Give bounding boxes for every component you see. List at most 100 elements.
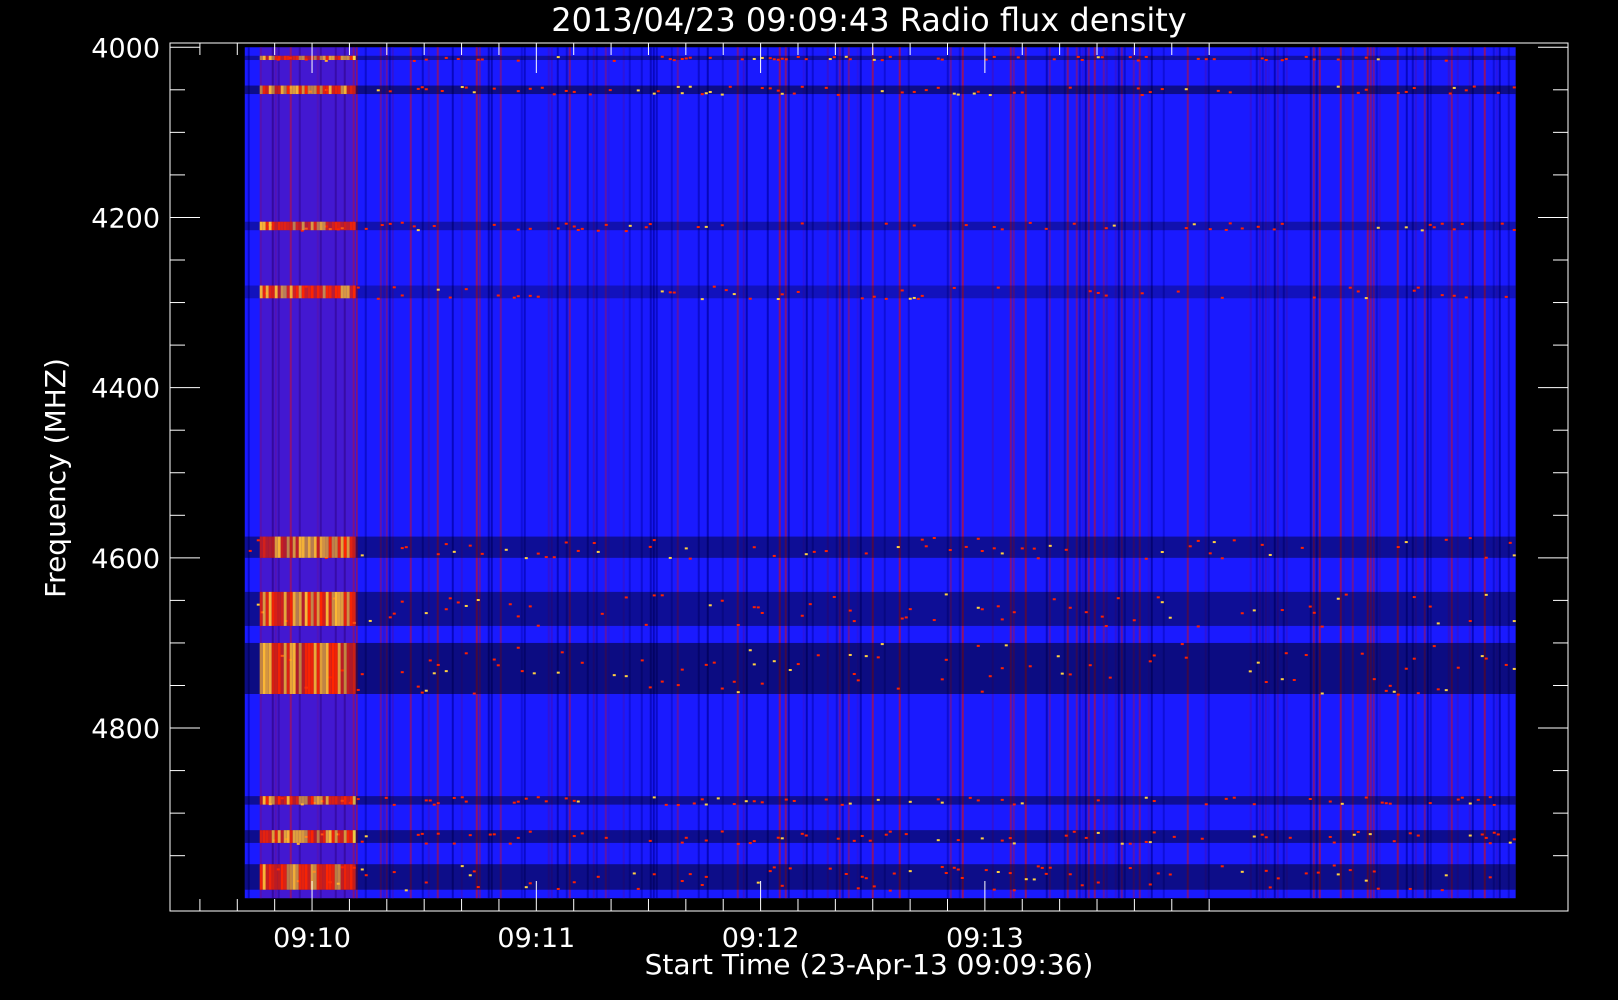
heatmap-speckle: [424, 689, 428, 692]
heatmap-speckle: [776, 298, 780, 301]
heatmap-speckle: [1288, 836, 1292, 839]
heatmap-band: [244, 830, 1516, 843]
heatmap-speckle: [1144, 55, 1148, 58]
heatmap-speckle: [596, 229, 600, 232]
heatmap-speckle: [1512, 228, 1516, 231]
heatmap-speckle: [752, 663, 756, 666]
heatmap-speckle: [996, 286, 1000, 289]
heatmap-speckle: [676, 804, 680, 807]
heatmap-speckle: [360, 868, 364, 871]
heatmap-speckle: [1388, 802, 1392, 805]
heatmap-speckle: [516, 800, 520, 803]
heatmap-speckle: [1436, 622, 1440, 625]
heatmap-speckle: [1328, 800, 1332, 803]
heatmap-speckle: [1364, 879, 1368, 882]
heatmap-stripe: [388, 47, 391, 899]
heatmap-speckle: [904, 616, 908, 619]
heatmap-stripe: [1468, 47, 1471, 899]
heatmap-stripe: [841, 47, 844, 899]
heatmap-stripe: [949, 47, 952, 899]
heatmap-speckle: [604, 836, 608, 839]
heatmap-speckle: [472, 692, 476, 695]
heatmap-speckle: [740, 58, 744, 61]
heatmap-speckle: [1492, 831, 1496, 834]
heatmap-speckle: [696, 226, 700, 229]
heatmap-stripe: [787, 47, 790, 899]
heatmap-speckle: [804, 553, 808, 556]
heatmap-stripe: [1012, 47, 1015, 899]
heatmap-speckle: [388, 90, 392, 93]
heatmap-speckle: [1216, 89, 1220, 92]
heatmap-speckle: [992, 225, 996, 228]
heatmap-speckle: [756, 881, 760, 884]
heatmap-speckle: [752, 840, 756, 843]
heatmap-speckle: [1468, 537, 1472, 540]
heatmap-speckle: [1452, 294, 1456, 297]
heatmap-speckle: [1364, 88, 1368, 91]
heatmap-speckle: [700, 798, 704, 801]
heatmap-speckle: [908, 800, 912, 803]
heatmap-speckle: [856, 679, 860, 682]
heatmap-speckle: [1428, 605, 1432, 608]
y-tick-label: 4800: [91, 714, 160, 745]
heatmap-speckle: [464, 604, 468, 607]
heatmap-speckle: [1300, 546, 1304, 549]
heatmap-stripe: [676, 47, 679, 899]
heatmap-stripe: [859, 47, 862, 899]
heatmap-speckle: [1456, 798, 1460, 801]
heatmap-stripe: [835, 47, 838, 899]
heatmap-speckle: [636, 887, 640, 890]
heatmap-speckle: [1484, 556, 1488, 559]
heatmap-speckle: [1160, 551, 1164, 554]
heatmap-speckle: [492, 658, 496, 661]
heatmap-speckle: [400, 221, 404, 224]
heatmap-speckle: [1044, 872, 1048, 875]
heatmap-speckle: [976, 644, 980, 647]
heatmap-speckle: [688, 873, 692, 876]
heatmap-speckle: [1384, 689, 1388, 692]
heatmap-speckle: [608, 89, 612, 92]
heatmap-speckle: [416, 229, 420, 232]
heatmap-speckle: [704, 803, 708, 806]
heatmap-band: [244, 55, 1516, 61]
heatmap-speckle: [976, 90, 980, 93]
heatmap-stripe: [1207, 47, 1210, 899]
heatmap-speckle: [364, 835, 368, 838]
heatmap-speckle: [1228, 222, 1232, 225]
heatmap-speckle: [516, 836, 520, 839]
heatmap-speckle: [812, 550, 816, 553]
heatmap-speckle: [480, 58, 484, 61]
heatmap-speckle: [736, 842, 740, 845]
heatmap-stripe: [1063, 47, 1066, 899]
heatmap-speckle: [560, 651, 564, 654]
heatmap-speckle: [780, 92, 784, 95]
heatmap-speckle: [1484, 657, 1488, 660]
heatmap-speckle: [528, 227, 532, 230]
heatmap-speckle: [1224, 797, 1228, 800]
heatmap-speckle: [992, 547, 996, 550]
heatmap-speckle: [992, 888, 996, 891]
heatmap-speckle: [700, 298, 704, 301]
heatmap-speckle: [980, 690, 984, 693]
heatmap-speckle: [1168, 616, 1172, 619]
heatmap-stripe: [1249, 47, 1252, 899]
heatmap-stripe: [607, 47, 610, 899]
heatmap-speckle: [720, 830, 724, 833]
heatmap-speckle: [452, 796, 456, 799]
heatmap-speckle: [1180, 643, 1184, 646]
heatmap-speckle: [420, 832, 424, 835]
heatmap-speckle: [652, 873, 656, 876]
heatmap-speckle: [1404, 541, 1408, 544]
heatmap-speckle: [1016, 56, 1020, 59]
heatmap-speckle: [1264, 869, 1268, 872]
heatmap-speckle: [448, 597, 452, 600]
heatmap-speckle: [1240, 870, 1244, 873]
heatmap-speckle: [1512, 86, 1516, 89]
heatmap-speckle: [1064, 548, 1068, 551]
heatmap-speckle: [1012, 91, 1016, 94]
heatmap-speckle: [360, 840, 364, 843]
heatmap-speckle: [1348, 286, 1352, 289]
heatmap-speckle: [748, 649, 752, 652]
heatmap-speckle: [872, 885, 876, 888]
heatmap-speckle: [1000, 667, 1004, 670]
